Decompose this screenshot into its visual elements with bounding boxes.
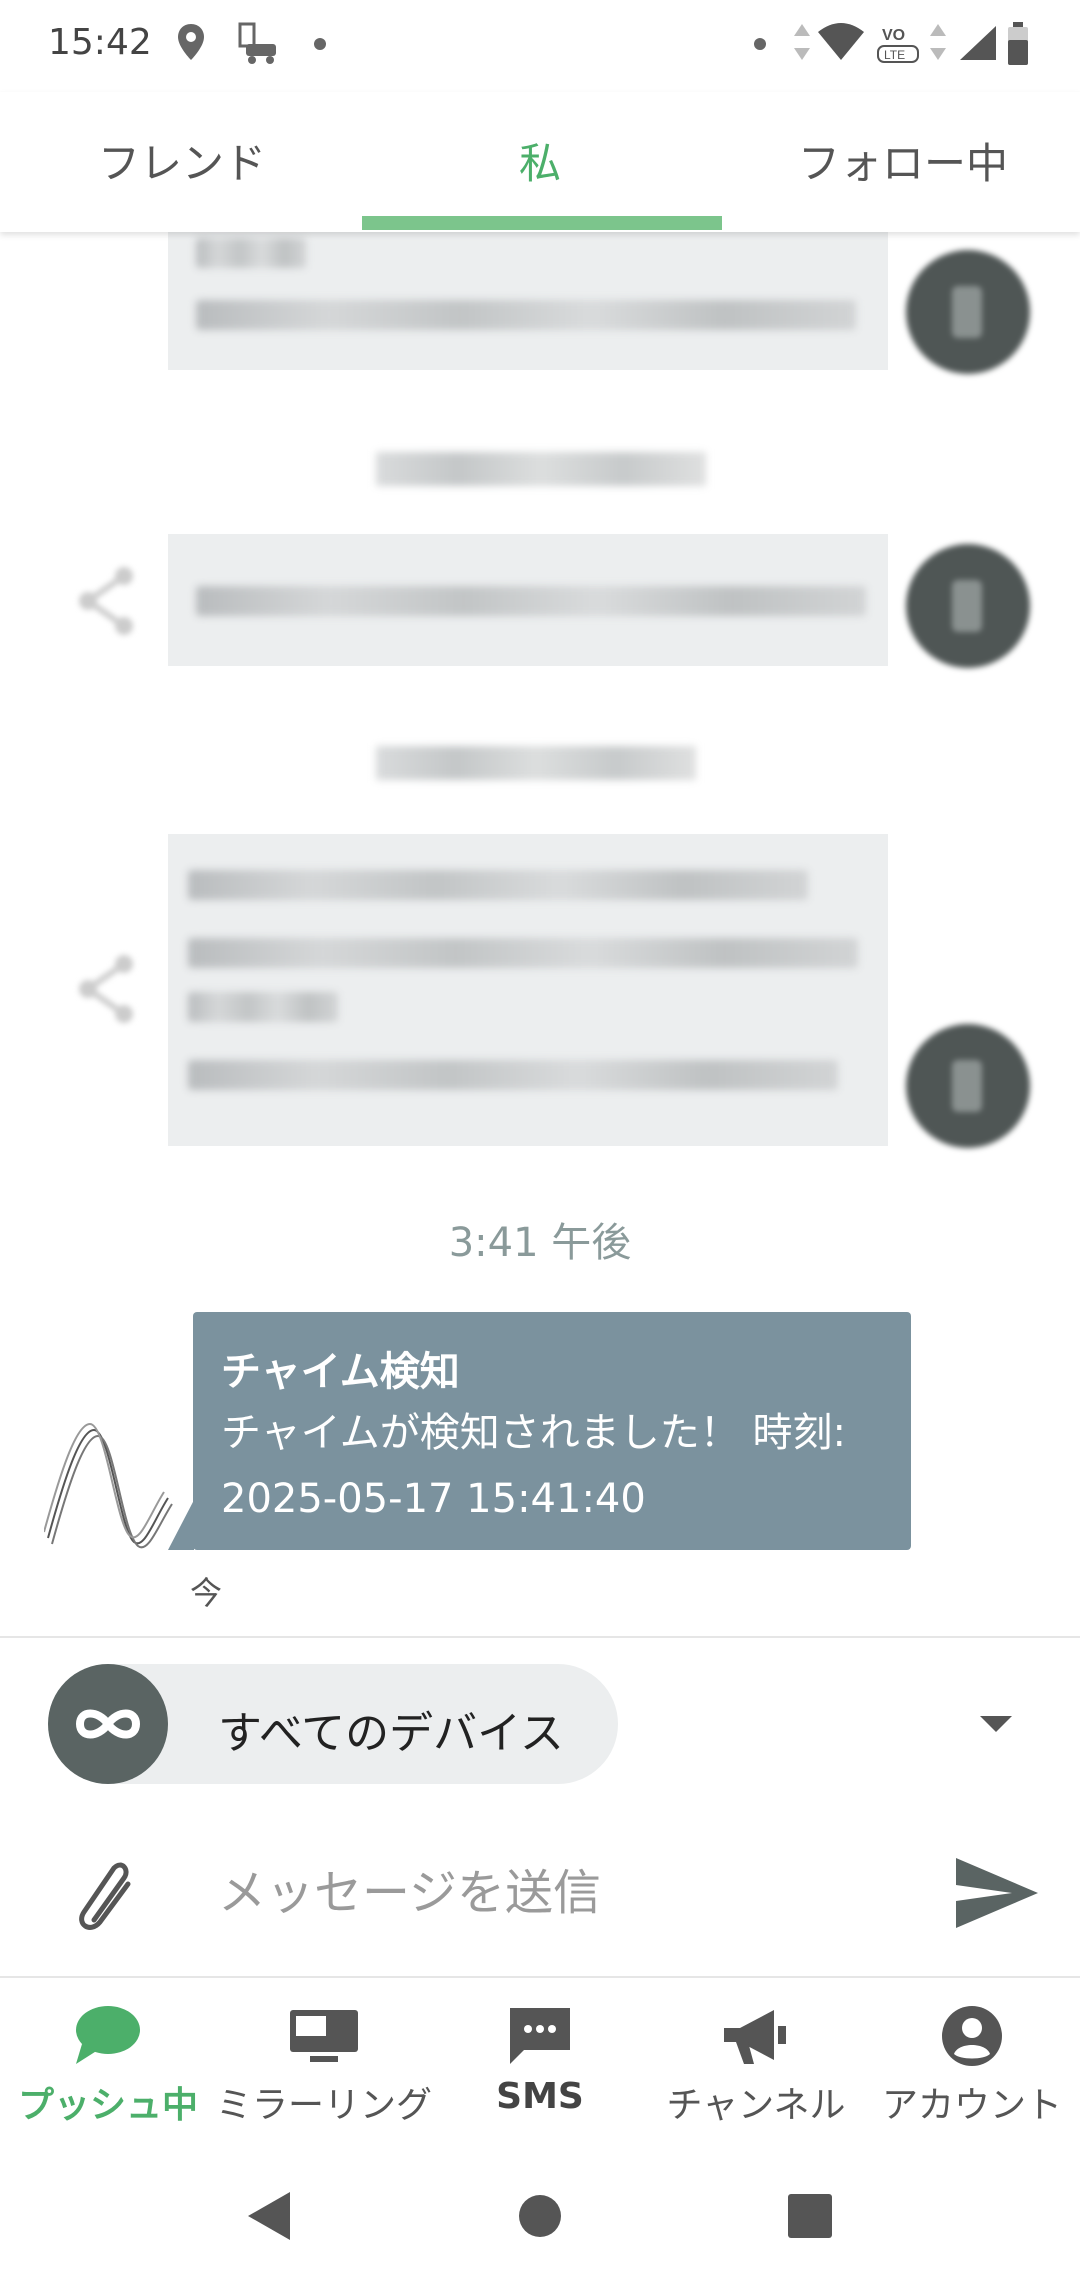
svg-text:LTE: LTE [884, 48, 905, 62]
attachment-icon[interactable] [74, 1856, 140, 1932]
waveform-avatar [44, 1422, 173, 1549]
message-timestamp: 3:41 午後 [448, 1220, 632, 1266]
sender-avatar [906, 250, 1030, 374]
tab-indicator [362, 216, 722, 230]
nav-item-mirroring[interactable]: ミラーリング [216, 1978, 432, 2158]
back-icon[interactable] [246, 2190, 292, 2242]
data-arrows-icon [930, 24, 946, 60]
nav-label: プッシュ中 [17, 2085, 198, 2126]
home-icon[interactable] [518, 2194, 562, 2238]
location-icon [178, 24, 204, 60]
infinity-icon [75, 1709, 141, 1739]
status-time: 15:42 [48, 22, 152, 63]
nav-label: アカウント [881, 2085, 1062, 2126]
nav-label: ミラーリング [216, 2085, 433, 2126]
battery-icon [1008, 22, 1028, 65]
wifi-icon [818, 23, 864, 60]
message-relative-time: 今 [190, 1574, 223, 1612]
share-icon[interactable] [76, 954, 136, 1024]
chat-bubble-icon [76, 2006, 140, 2064]
device-selector-label: すべてのデバイス [218, 1708, 564, 1759]
divider [0, 1636, 1080, 1638]
chevron-down-icon[interactable] [980, 1716, 1012, 1732]
recents-icon[interactable] [788, 2194, 832, 2238]
vehicle-icon [238, 22, 276, 64]
notification-dot [314, 38, 326, 50]
svg-text:VO: VO [882, 27, 905, 44]
nav-item-sms[interactable]: SMS [432, 1978, 648, 2158]
megaphone-icon [724, 2010, 786, 2064]
message-body: チャイムが検知されました！ 時刻: 2025-05-17 15:41:40 [221, 1410, 846, 1522]
device-selector[interactable]: すべてのデバイス [48, 1664, 618, 1784]
top-tab-bar: フレンド 私 フォロー中 [0, 92, 1080, 232]
monitor-icon [290, 2010, 358, 2062]
message-input[interactable] [218, 1858, 918, 1928]
blurred-message[interactable] [168, 534, 888, 666]
sms-icon [510, 2008, 570, 2064]
send-icon[interactable] [954, 1856, 1040, 1930]
nav-label: SMS [496, 2076, 584, 2117]
sender-avatar [906, 1024, 1030, 1148]
message-bubble-tail [168, 1500, 194, 1550]
nav-item-channels[interactable]: チャンネル [648, 1978, 864, 2158]
blurred-timestamp [376, 746, 696, 780]
system-navigation-bar [0, 2160, 1080, 2280]
tab-friends[interactable]: フレンド [98, 130, 266, 191]
volte-icon: VO LTE [877, 27, 919, 63]
device-avatar [48, 1664, 168, 1784]
tab-following[interactable]: フォロー中 [798, 130, 1008, 191]
status-bar: 15:42 VO LTE [0, 0, 1080, 92]
nav-item-pushes[interactable]: プッシュ中 [0, 1978, 216, 2158]
blurred-message[interactable] [168, 226, 888, 370]
message-title: チャイム検知 [221, 1349, 460, 1395]
share-icon[interactable] [76, 566, 136, 636]
notification-message[interactable]: チャイム検知 チャイムが検知されました！ 時刻: 2025-05-17 15:4… [193, 1312, 911, 1550]
blurred-timestamp [376, 452, 706, 486]
sender-avatar [906, 544, 1030, 668]
nav-label: チャンネル [666, 2085, 846, 2126]
nav-item-account[interactable]: アカウント [864, 1978, 1080, 2158]
account-circle-icon [942, 2006, 1002, 2066]
signal-icon [960, 26, 996, 60]
bottom-navigation: プッシュ中 ミラーリング SMS チャンネル アカウント [0, 1978, 1080, 2158]
blurred-message[interactable] [168, 834, 888, 1146]
data-arrows-icon [794, 24, 810, 60]
tab-me[interactable]: 私 [519, 130, 561, 191]
notification-dot [754, 38, 766, 50]
